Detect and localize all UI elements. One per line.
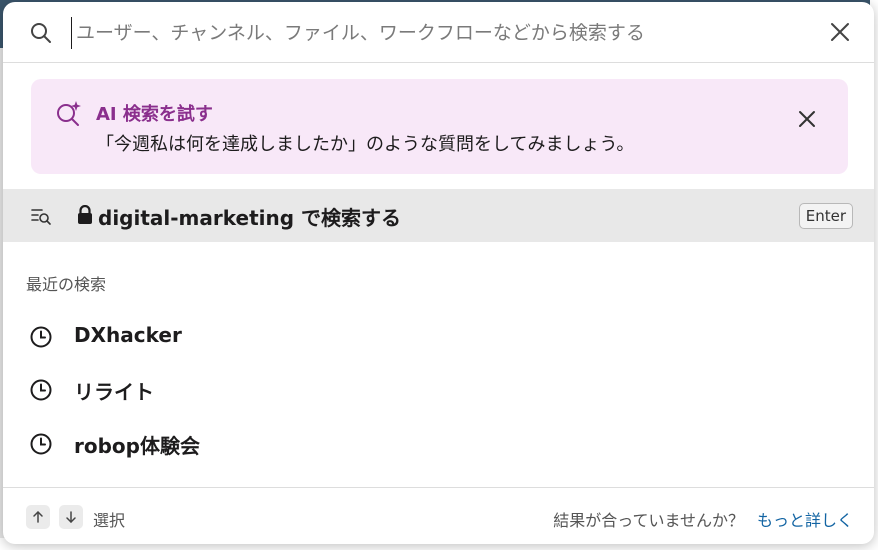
- enter-key-hint: Enter: [798, 203, 853, 229]
- channel-search-suffix: で検索する: [294, 206, 402, 230]
- arrow-down-icon: [66, 511, 76, 523]
- recent-search-item[interactable]: DXhacker: [3, 312, 874, 360]
- arrow-down-key: [59, 505, 83, 529]
- search-list-icon: [31, 209, 51, 225]
- select-hint-label: 選択: [93, 511, 126, 530]
- clock-icon: [30, 326, 52, 348]
- close-icon[interactable]: [828, 20, 852, 44]
- lock-icon: [78, 205, 92, 224]
- learn-more-link[interactable]: もっと詳しく: [757, 507, 853, 531]
- search-in-channel-option[interactable]: digital-marketing で検索する Enter: [3, 189, 874, 242]
- recent-search-label: リライト: [74, 380, 154, 404]
- search-bar: [3, 2, 874, 63]
- ai-banner-title: AI 検索を試す: [96, 104, 213, 125]
- arrow-up-key: [26, 505, 50, 529]
- recent-searches-heading: 最近の検索: [26, 275, 107, 294]
- clock-icon: [30, 379, 52, 401]
- channel-search-label: digital-marketing で検索する: [98, 202, 401, 231]
- feedback-prompt: 結果が合っていませんか？: [553, 511, 744, 530]
- search-input[interactable]: [71, 17, 796, 49]
- clock-icon: [30, 433, 52, 455]
- recent-search-item[interactable]: robop体験会: [3, 419, 874, 467]
- ai-sparkle-search-icon: [57, 101, 81, 126]
- close-icon[interactable]: [796, 108, 818, 130]
- recent-search-label: DXhacker: [74, 323, 182, 347]
- search-icon: [31, 23, 51, 43]
- recent-search-item[interactable]: リライト: [3, 365, 874, 413]
- search-modal: AI 検索を試す 「今週私は何を達成しましたか」のような質問をしてみましょう。 …: [3, 2, 874, 544]
- arrow-up-icon: [33, 511, 43, 523]
- channel-name: digital-marketing: [98, 206, 295, 230]
- search-footer: 選択 結果が合っていませんか？ もっと詳しく: [3, 487, 874, 544]
- ai-search-banner[interactable]: AI 検索を試す 「今週私は何を達成しましたか」のような質問をしてみましょう。: [31, 79, 848, 174]
- recent-search-label: robop体験会: [74, 434, 200, 458]
- ai-banner-description: 「今週私は何を達成しましたか」のような質問をしてみましょう。: [96, 134, 635, 155]
